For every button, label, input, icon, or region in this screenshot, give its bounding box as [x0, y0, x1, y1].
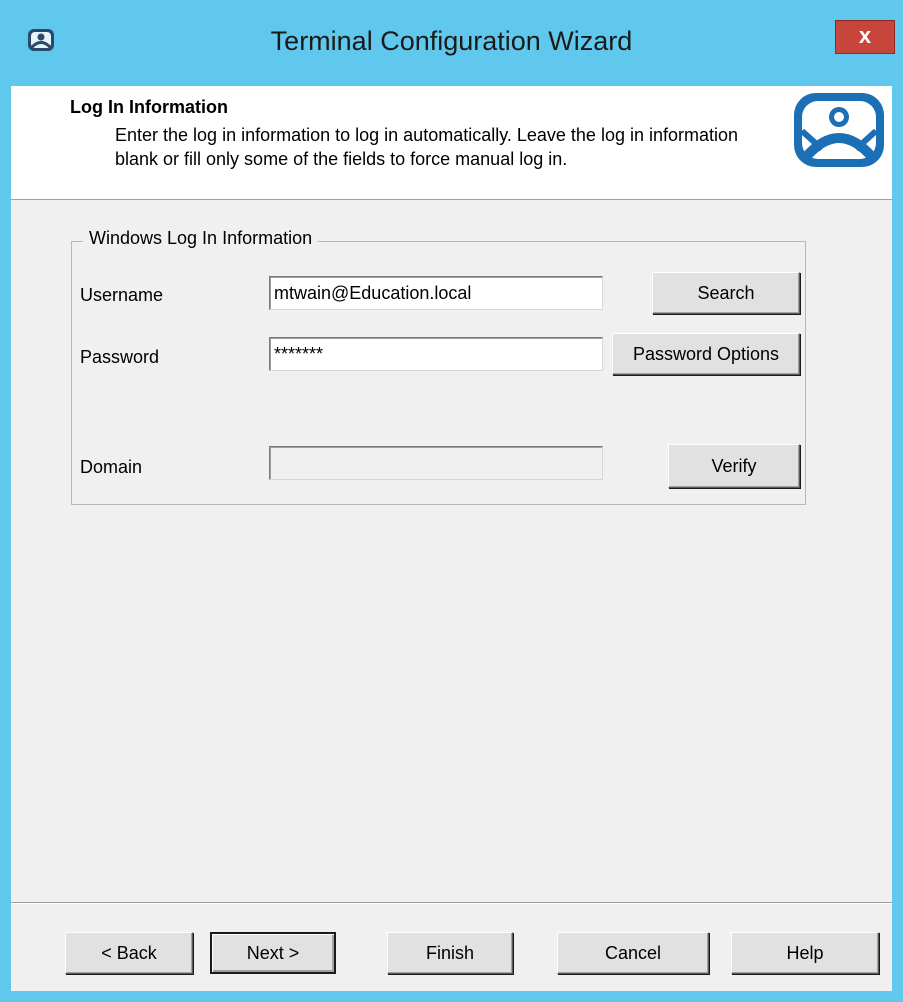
- password-input[interactable]: [269, 337, 603, 371]
- password-options-button[interactable]: Password Options: [612, 333, 800, 375]
- wizard-header: Log In Information Enter the log in info…: [11, 86, 892, 200]
- next-button[interactable]: Next >: [210, 932, 336, 974]
- password-label: Password: [80, 347, 160, 367]
- wizard-window: Terminal Configuration Wizard x Log In I…: [0, 0, 903, 1002]
- username-label: Username: [80, 285, 164, 305]
- back-button[interactable]: < Back: [65, 932, 193, 974]
- cancel-button[interactable]: Cancel: [557, 932, 709, 974]
- domain-input[interactable]: [269, 446, 603, 480]
- title-bar[interactable]: Terminal Configuration Wizard x: [0, 0, 903, 85]
- group-legend: Windows Log In Information: [83, 228, 319, 249]
- page-description: Enter the log in information to log in a…: [115, 125, 739, 169]
- footer-separator: [11, 902, 892, 904]
- verify-button[interactable]: Verify: [668, 444, 800, 488]
- domain-label: Domain: [80, 457, 143, 477]
- search-button[interactable]: Search: [652, 272, 800, 314]
- thinmanager-logo-icon: [792, 91, 886, 169]
- close-icon: x: [858, 23, 872, 48]
- help-button[interactable]: Help: [731, 932, 879, 974]
- page-title: Log In Information: [70, 97, 228, 117]
- username-input[interactable]: [269, 276, 603, 310]
- wizard-body: Log In Information Enter the log in info…: [11, 86, 892, 991]
- close-button[interactable]: x: [835, 20, 895, 54]
- finish-button[interactable]: Finish: [387, 932, 513, 974]
- window-title: Terminal Configuration Wizard: [270, 26, 633, 56]
